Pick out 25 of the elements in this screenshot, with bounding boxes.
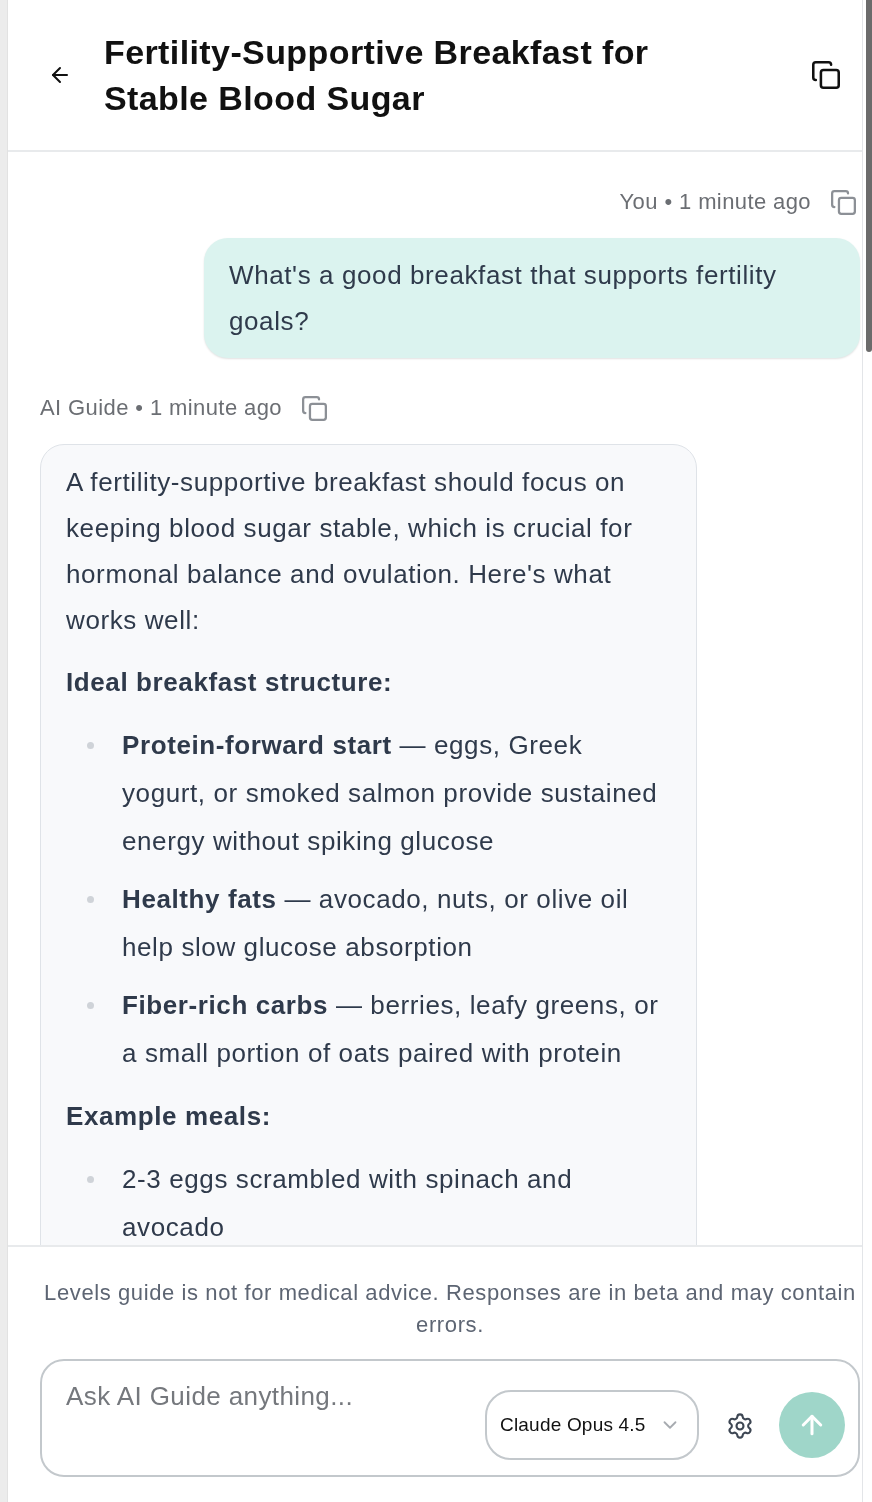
model-dropdown[interactable]: Claude Opus 4.5 xyxy=(485,1390,699,1460)
bullet-icon xyxy=(87,742,94,749)
list-item-text: Fiber-rich carbs — berries, leafy greens, or a small portion of oats paired with protein xyxy=(122,989,660,1070)
section-heading: Ideal breakfast structure: xyxy=(66,666,394,699)
list-item-text: Healthy fats — avocado, nuts, or olive oil help slow glucose absorption xyxy=(122,883,630,964)
section-heading: Example meals: xyxy=(66,1100,272,1133)
settings-icon xyxy=(726,1412,754,1440)
conversation-title: Fertility-Supportive Breakfast for Stable Blood Sugar xyxy=(104,32,650,119)
message-text: A fertility-supportive breakfast should focus on keeping blood sugar stable, which is crucial for hormonal balance and ovulation. Here's what works well: xyxy=(66,466,634,637)
message-meta: You • 1 minute ago xyxy=(619,188,811,216)
bullet-icon xyxy=(87,896,94,903)
settings-button[interactable] xyxy=(726,1412,754,1440)
scrollbar-thumb[interactable] xyxy=(866,0,872,352)
list-item-text: Protein-forward start — eggs, Greek yogurt, or smoked salmon provide sustained energy without spiking glucose xyxy=(122,729,659,858)
message-input[interactable]: Ask AI Guide anything... xyxy=(66,1378,446,1414)
disclaimer-text: Levels guide is not for medical advice. Responses are in beta and may contain errors. xyxy=(43,1279,857,1339)
copy-icon xyxy=(301,395,327,421)
copy-icon xyxy=(812,61,840,89)
bullet-icon xyxy=(87,1002,94,1009)
message-meta: AI Guide • 1 minute ago xyxy=(40,394,282,422)
bullet-icon xyxy=(87,1176,94,1183)
copy-icon xyxy=(831,189,856,215)
message-text: What's a good breakfast that supports fertility goals? xyxy=(229,259,778,338)
list-item-text: 2-3 eggs scrambled with spinach and avocado xyxy=(122,1163,574,1244)
copy-button[interactable] xyxy=(812,61,840,89)
